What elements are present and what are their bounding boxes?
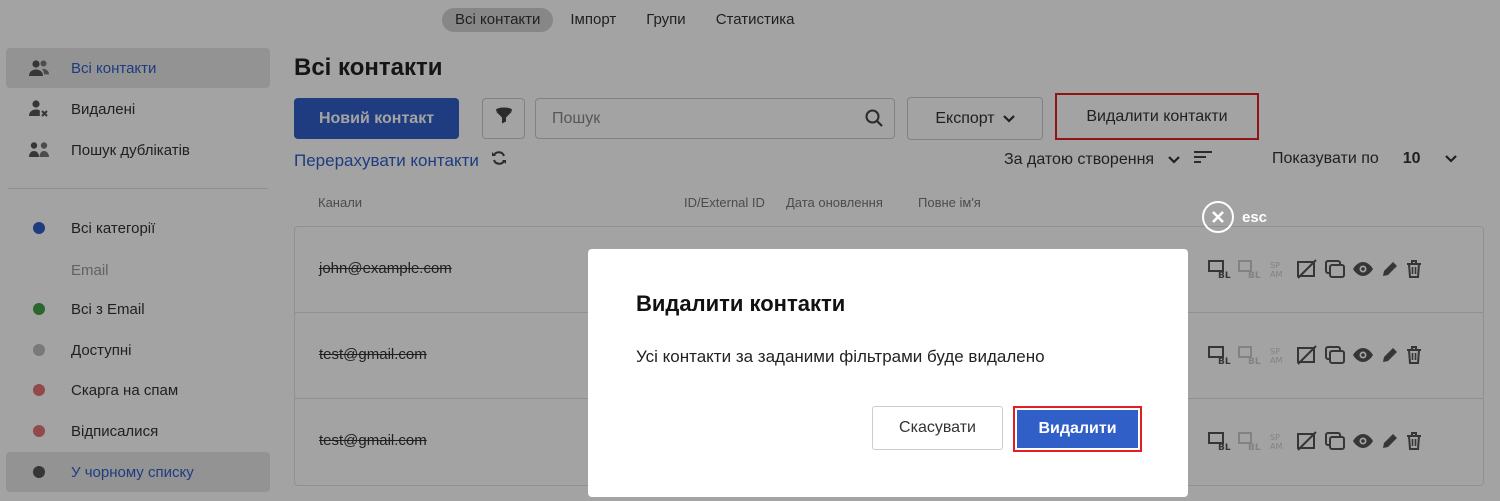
dialog-title: Видалити контакти xyxy=(636,291,846,316)
esc-label: esc xyxy=(1242,208,1268,226)
confirm-button-highlight: Видалити xyxy=(1013,406,1142,452)
confirm-delete-button[interactable]: Видалити xyxy=(1017,410,1138,448)
close-icon xyxy=(1202,201,1234,233)
esc-close[interactable]: esc xyxy=(1202,201,1267,233)
cancel-button[interactable]: Скасувати xyxy=(872,406,1003,450)
dialog-message: Усі контакти за заданими фільтрами буде … xyxy=(636,347,1045,366)
delete-contacts-dialog: Видалити контакти Усі контакти за задани… xyxy=(588,249,1188,497)
